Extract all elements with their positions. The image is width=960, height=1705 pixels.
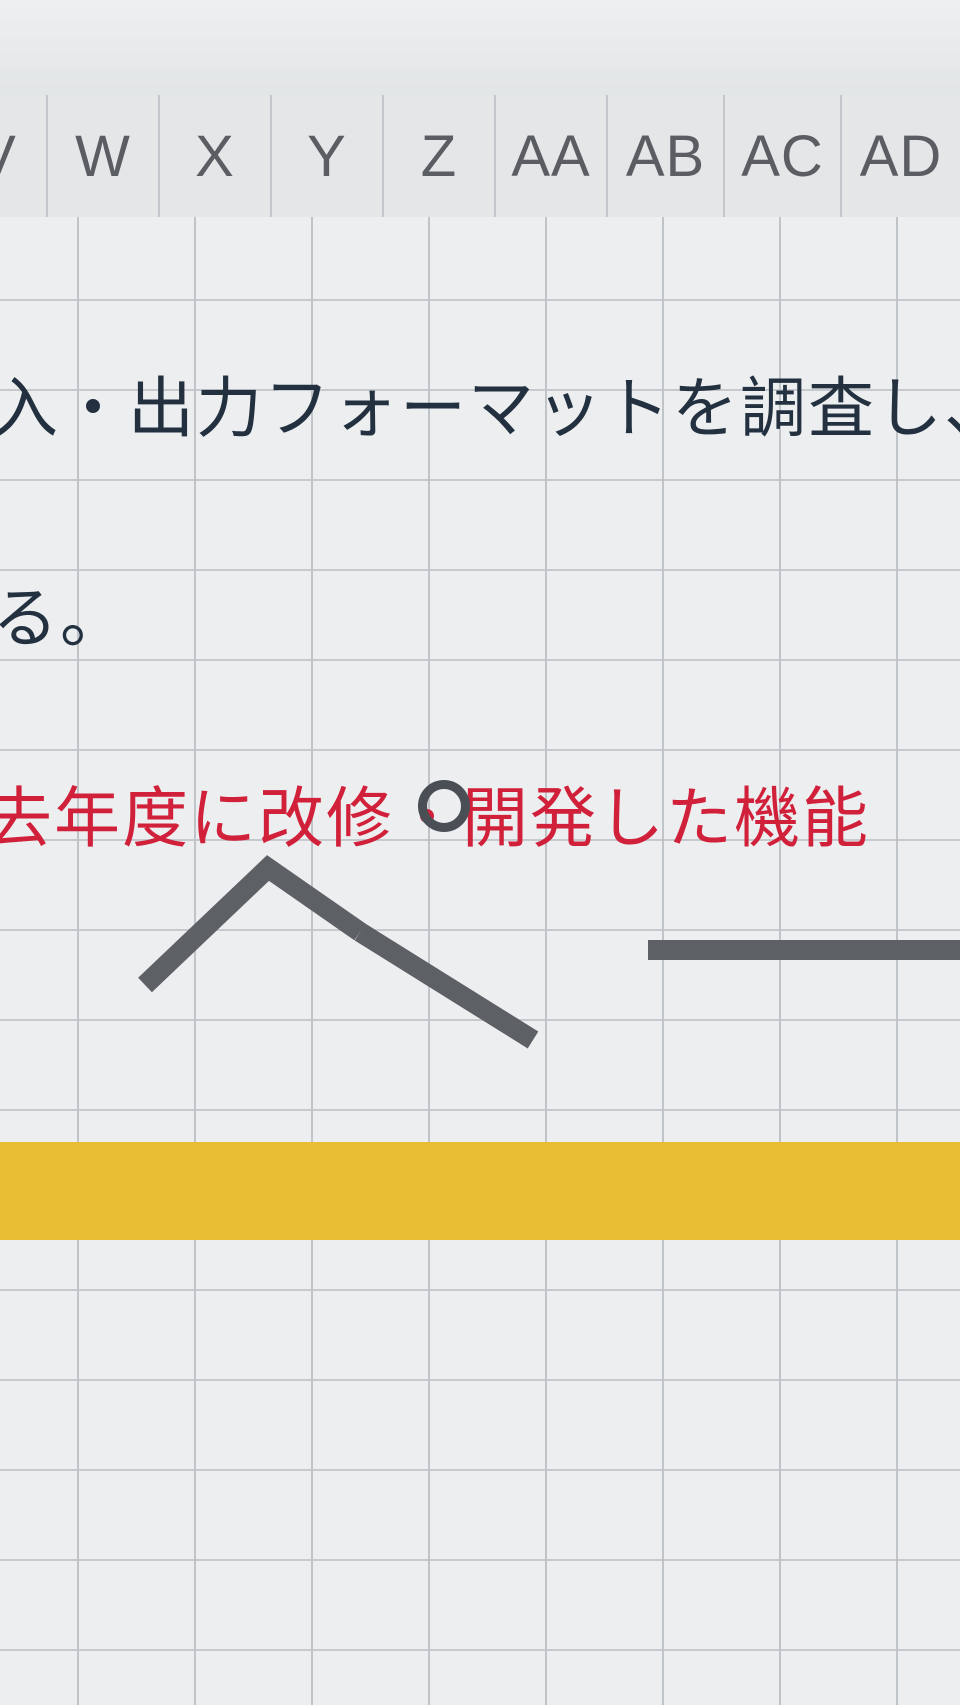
- toolbar-area: [0, 0, 960, 95]
- cell-text-line-2[interactable]: る。: [0, 565, 128, 661]
- column-header-ac[interactable]: AC: [723, 95, 840, 217]
- column-header-z[interactable]: Z: [382, 95, 494, 217]
- column-header-y[interactable]: Y: [270, 95, 382, 217]
- column-header-w[interactable]: W: [46, 95, 158, 217]
- spreadsheet-window: V W X Y Z AA AB AC AD 入・出力フォーマットを調査し、 る。…: [0, 0, 960, 1705]
- column-header-aa[interactable]: AA: [494, 95, 606, 217]
- rotate-handle-icon[interactable]: [418, 780, 470, 832]
- column-header-ab[interactable]: AB: [606, 95, 723, 217]
- column-header-x[interactable]: X: [158, 95, 270, 217]
- column-header-ad[interactable]: AD: [840, 95, 960, 217]
- column-header-v[interactable]: V: [0, 95, 46, 217]
- highlighted-row[interactable]: [0, 1142, 960, 1240]
- cell-text-line-1[interactable]: 入・出力フォーマットを調査し、: [0, 355, 960, 451]
- column-header-row: V W X Y Z AA AB AC AD: [0, 95, 960, 219]
